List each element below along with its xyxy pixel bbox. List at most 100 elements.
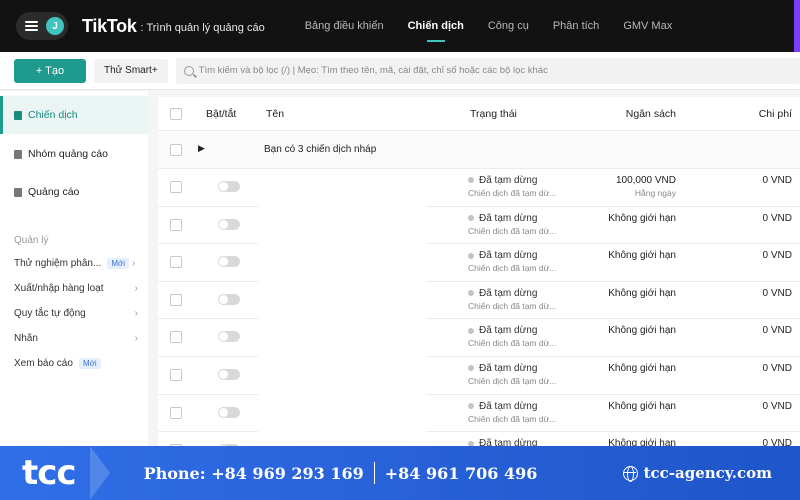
budget-value: Không giới hạn xyxy=(608,212,676,224)
sidebar-item-ads[interactable]: Quảng cáo xyxy=(0,173,148,211)
sidebar-item-automated-rules[interactable]: Quy tắc tự động › xyxy=(0,301,148,326)
table-row[interactable]: Đã tạm dừng Chiến dịch đã tạm dừ... Không … xyxy=(158,357,800,395)
budget-cell: Không giới hạn xyxy=(576,325,676,338)
sidebar-item-split-test[interactable]: Thử nghiệm phân... Mới › xyxy=(0,251,148,276)
campaign-name-cell[interactable] xyxy=(258,357,426,395)
brand-logo[interactable]: TikTok xyxy=(82,16,137,37)
phone-secondary: +84 961 706 496 xyxy=(384,463,538,483)
select-all-checkbox[interactable] xyxy=(170,108,182,120)
row-checkbox[interactable] xyxy=(170,406,182,419)
campaign-name-cell[interactable] xyxy=(258,244,426,282)
table-row[interactable]: Đã tạm dừng Chiến dịch đã tạm dừ... Không … xyxy=(158,319,800,357)
cost-value: 0 VND xyxy=(762,363,792,374)
column-header-cost[interactable]: Chi phí xyxy=(718,108,792,120)
top-navbar: J TikTok : Trình quản lý quảng cáo Bảng … xyxy=(0,0,800,52)
nav-analytics[interactable]: Phân tích xyxy=(541,0,611,52)
chevron-right-icon: › xyxy=(134,308,138,319)
status-cell: Đã tạm dừng Chiến dịch đã tạm dừ... xyxy=(468,250,556,273)
sidebar-item-label: Thử nghiệm phân... xyxy=(14,258,102,269)
new-badge: Mới xyxy=(78,358,101,369)
table-row[interactable]: Đã tạm dừng Chiến dịch đã tạm dừ... Không … xyxy=(158,394,800,433)
budget-period: Hằng ngày xyxy=(634,188,676,198)
table-row[interactable]: Đã tạm dừng Chiến dịch đã tạm dừ... Không … xyxy=(158,206,800,245)
sidebar-item-campaigns[interactable]: Chiến dịch xyxy=(0,96,148,134)
status-toggle[interactable] xyxy=(218,256,240,268)
sidebar-section-title: Quản lý xyxy=(14,234,49,246)
status-cell: Đã tạm dừng Chiến dịch đã tạm dừ... xyxy=(468,363,556,386)
sidebar-item-view-reports[interactable]: Xem báo cáo Mới xyxy=(0,351,148,376)
hamburger-icon xyxy=(25,21,38,31)
tcc-logo: tcc xyxy=(22,453,77,493)
website-url: tcc-agency.com xyxy=(643,464,772,482)
column-header-name[interactable]: Tên xyxy=(266,108,284,120)
campaign-name-cell[interactable] xyxy=(258,281,426,320)
status-subtext: Chiến dịch đã tạm dừ... xyxy=(468,376,557,386)
status-text: Đã tạm dừng xyxy=(479,175,538,186)
campaign-name-cell[interactable] xyxy=(258,206,426,245)
ad-group-icon xyxy=(14,149,22,159)
cost-value: 0 VND xyxy=(762,250,792,262)
brand-subtitle: : Trình quản lý quảng cáo xyxy=(140,21,265,34)
nav-dashboard[interactable]: Bảng điều khiển xyxy=(293,0,396,52)
table-row[interactable]: Đã tạm dừng Chiến dịch đã tạm dừ... Không … xyxy=(158,244,800,282)
draft-checkbox[interactable] xyxy=(170,144,182,156)
cost-value: 0 VND xyxy=(762,175,792,186)
status-toggle[interactable] xyxy=(218,181,240,192)
column-header-status[interactable]: Trạng thái xyxy=(470,108,517,120)
divider xyxy=(373,462,375,484)
ad-icon xyxy=(14,187,22,197)
column-header-budget[interactable]: Ngân sách xyxy=(588,108,676,120)
row-checkbox[interactable] xyxy=(170,181,182,193)
row-checkbox[interactable] xyxy=(170,293,182,306)
status-subtext: Chiến dịch đã tạm dừ... xyxy=(468,225,557,236)
table-row[interactable]: Đã tạm dừng Chiến dịch đã tạm dừ... Không … xyxy=(158,281,800,320)
budget-value: Không giới hạn xyxy=(608,250,676,262)
sidebar-item-bulk-import-export[interactable]: Xuất/nhập hàng loạt › xyxy=(0,276,148,301)
budget-cell: Không giới hạn xyxy=(576,250,676,263)
status-dot-icon xyxy=(468,365,474,372)
nav-tools[interactable]: Công cụ xyxy=(476,0,541,52)
status-toggle[interactable] xyxy=(218,406,240,418)
campaign-name-cell[interactable] xyxy=(258,394,426,433)
expand-caret-icon[interactable]: ▶ xyxy=(198,143,205,154)
status-toggle[interactable] xyxy=(218,369,240,380)
budget-value: Không giới hạn xyxy=(608,325,676,337)
table-header: Bật/tắt Tên Trạng thái Ngân sách Chi phí xyxy=(158,97,800,131)
nav-gmv-max[interactable]: GMV Max xyxy=(611,0,684,52)
status-text: Đã tạm dừng xyxy=(479,250,538,262)
campaign-name-cell[interactable] xyxy=(258,169,426,207)
status-toggle[interactable] xyxy=(218,331,240,343)
sidebar-item-ad-groups[interactable]: Nhóm quảng cáo xyxy=(0,135,148,173)
column-header-toggle[interactable]: Bật/tắt xyxy=(206,108,236,120)
budget-cell: Không giới hạn xyxy=(576,401,676,414)
nav-campaigns[interactable]: Chiến dịch xyxy=(396,0,476,52)
search-input[interactable]: Tìm kiếm và bộ lọc (/) | Mẹo: Tìm theo t… xyxy=(175,57,800,84)
status-toggle[interactable] xyxy=(218,293,240,305)
status-text: Đã tạm dừng xyxy=(479,400,538,412)
try-smart-plus-button[interactable]: Thử Smart+ xyxy=(94,58,168,83)
row-checkbox[interactable] xyxy=(170,256,182,269)
create-button[interactable]: + Tạo xyxy=(14,58,86,83)
draft-row[interactable]: ▶ Bạn có 3 chiến dịch nháp xyxy=(158,131,800,169)
cost-value: 0 VND xyxy=(762,400,792,412)
budget-cell: 100,000 VND Hằng ngày xyxy=(576,175,676,198)
status-toggle[interactable] xyxy=(218,218,240,230)
campaign-name-cell[interactable] xyxy=(258,319,426,357)
table-row[interactable]: Đã tạm dừng Chiến dịch đã tạm dừ... 100,00… xyxy=(158,169,800,207)
search-placeholder: Tìm kiếm và bộ lọc (/) | Mẹo: Tìm theo t… xyxy=(198,65,548,76)
row-checkbox[interactable] xyxy=(170,218,182,231)
budget-value: 100,000 VND xyxy=(615,175,676,186)
sidebar-item-label: Quy tắc tự động xyxy=(14,308,86,319)
account-menu-button[interactable]: J xyxy=(16,12,68,40)
status-subtext: Chiến dịch đã tạm dừ... xyxy=(468,263,557,274)
budget-value: Không giới hạn xyxy=(608,287,676,299)
row-checkbox[interactable] xyxy=(170,331,182,344)
status-text: Đã tạm dừng xyxy=(479,363,538,374)
avatar: J xyxy=(46,17,64,35)
row-checkbox[interactable] xyxy=(170,369,182,381)
status-dot-icon xyxy=(468,177,474,184)
status-dot-icon xyxy=(468,402,474,409)
folder-icon xyxy=(14,110,22,120)
sidebar-item-labels[interactable]: Nhãn › xyxy=(0,326,148,351)
chevron-right-icon: › xyxy=(134,333,138,344)
